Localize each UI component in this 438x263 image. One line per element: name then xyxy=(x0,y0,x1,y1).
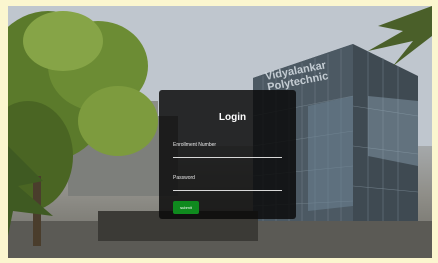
password-input[interactable] xyxy=(173,168,283,188)
login-title: Login xyxy=(218,112,247,123)
submit-button[interactable]: submit xyxy=(173,201,199,214)
enrollment-number-input[interactable] xyxy=(173,135,283,155)
enrollment-field xyxy=(173,135,283,158)
login-card: Login submit xyxy=(159,90,296,219)
password-field xyxy=(173,168,283,191)
